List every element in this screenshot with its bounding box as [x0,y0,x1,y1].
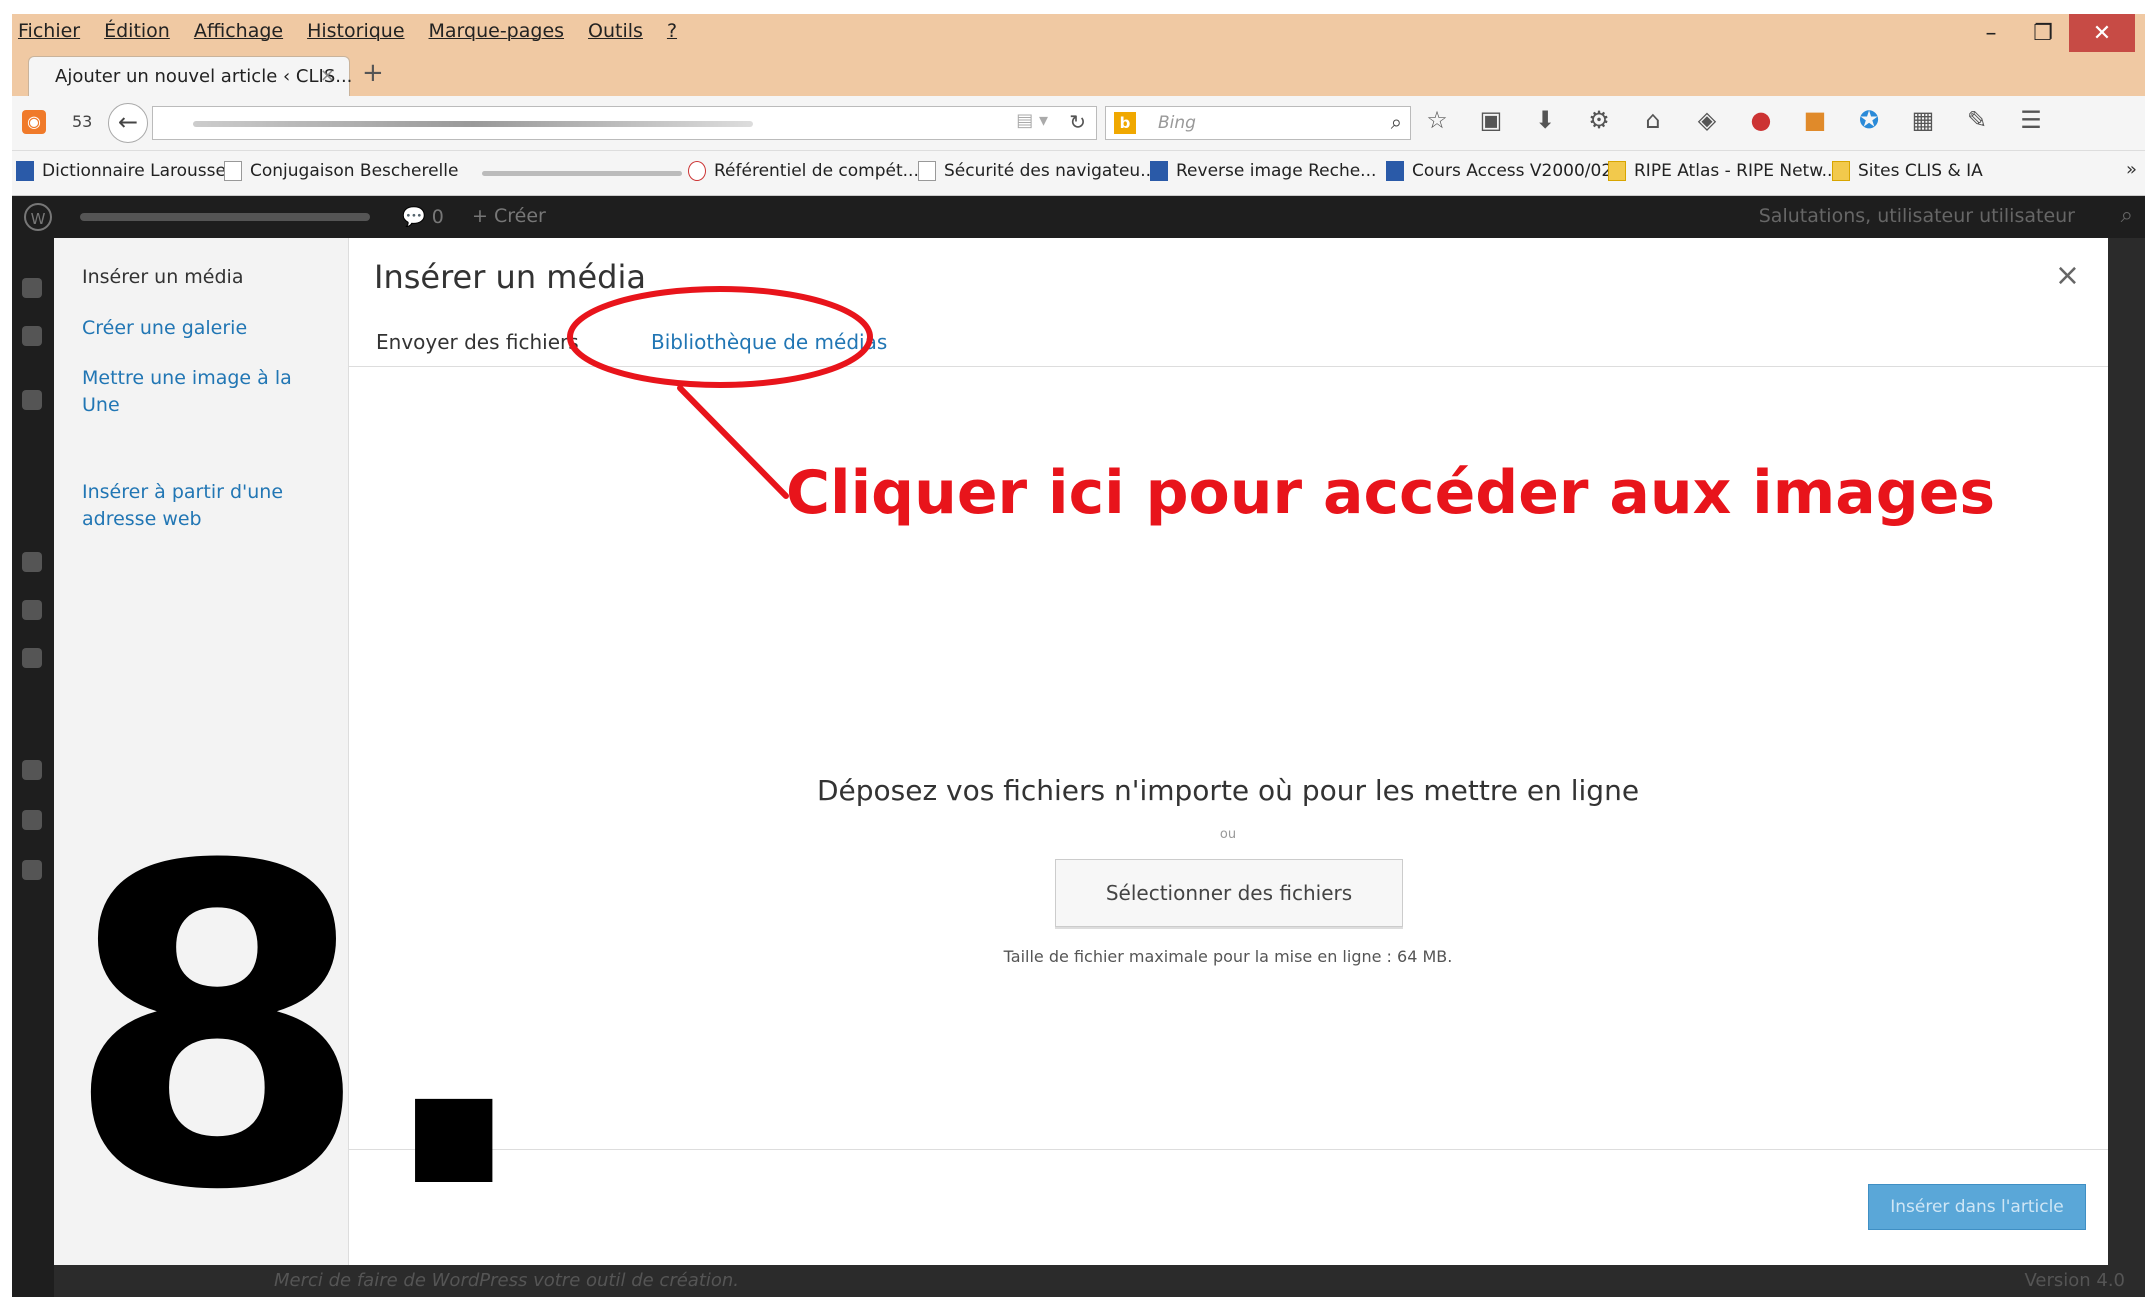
blurred-url [193,121,753,127]
reload-icon[interactable]: ↻ [1069,110,1086,134]
posts-icon[interactable] [22,390,42,410]
appearance-icon[interactable] [22,648,42,668]
wordpress-logo-icon[interactable]: W [24,203,52,231]
menu-insert-from-url[interactable]: Insérer à partir d'une adresse web [82,479,322,533]
user-greeting[interactable]: Salutations, utilisateur utilisateur [1759,205,2075,227]
menu-historique[interactable]: Historique [307,20,404,42]
wp-version: Version 4.0 [2024,1270,2125,1291]
extension-icon[interactable]: ⚙ [1584,106,1614,134]
or-separator: ou [1219,827,1237,842]
bookmark-star-icon[interactable]: ☆ [1422,106,1452,134]
access-icon [1386,161,1404,181]
menu-fichier[interactable]: Fichier [18,20,80,42]
wp-admin-sidebar [12,238,54,1297]
comments-counter[interactable]: 💬 0 [402,205,444,228]
bookmark-sites-clis[interactable]: Sites CLIS & IA [1832,161,1983,181]
media-router-tabs: Envoyer des fichiers Bibliothèque de méd… [348,318,2108,367]
menu-aide[interactable]: ? [667,20,677,42]
menu-featured-image[interactable]: Mettre une image à la Une [82,365,322,419]
bookmark-bescherelle[interactable]: Conjugaison Bescherelle [224,161,458,181]
jetpack-icon[interactable] [22,326,42,346]
bing-icon[interactable]: b [1114,112,1136,134]
max-upload-size: Taille de fichier maximale pour la mise … [1003,947,1453,966]
bookmark-larousse[interactable]: Dictionnaire Larousse [16,161,226,181]
maximize-icon[interactable]: ❐ [2017,14,2069,52]
step-number: 8. [64,774,538,1286]
select-files-button[interactable]: Sélectionner des fichiers [1055,859,1403,927]
search-icon[interactable]: ⌕ [1391,110,1402,134]
window-controls: – ❐ ✕ [1965,14,2135,52]
create-new-link[interactable]: + Créer [472,205,546,227]
addon-square-icon[interactable]: ▦ [1908,106,1938,134]
menu-create-gallery[interactable]: Créer une galerie [82,315,322,342]
media-modal-toolbar: Insérer dans l'article [348,1149,2108,1266]
addon-orange-icon[interactable]: ■ [1800,106,1830,134]
page-icon [224,161,242,181]
navigation-bar: ◉ 53 ← ▤ ▾ ↻ b Bing ⌕ ☆ ▣ ⬇ ⚙ ⌂ ◈ ● ■ ✪ … [12,96,2145,151]
tab-media-library[interactable]: Bibliothèque de médias [651,330,887,354]
close-window-icon[interactable]: ✕ [2069,14,2135,52]
bookmark-cours-access[interactable]: Cours Access V2000/02 [1386,161,1612,181]
hamburger-menu-icon[interactable]: ☰ [2016,106,2046,134]
tools-icon[interactable] [22,810,42,830]
addon-blue-icon[interactable]: ✪ [1854,106,1884,134]
download-icon[interactable]: ⬇ [1530,106,1560,134]
page-icon [918,161,936,181]
menu-marque-pages[interactable]: Marque-pages [429,20,565,42]
tab-count: 53 [72,112,93,131]
drop-instructions: Déposez vos fichiers n'importe où pour l… [816,774,1640,807]
pocket-icon[interactable]: ◈ [1692,106,1722,134]
url-bar[interactable]: ▤ ▾ ↻ [152,106,1097,140]
folder-icon [1832,161,1850,181]
close-icon[interactable]: × [2055,258,2080,293]
tab-strip: Ajouter un nouvel article ‹ CLIS... × + [12,52,2145,96]
menu-edition[interactable]: Édition [104,20,170,42]
bookmark-ripe-atlas[interactable]: RIPE Atlas - RIPE Netw... [1608,161,1838,181]
browser-tab[interactable]: Ajouter un nouvel article ‹ CLIS... × [28,56,353,96]
menu-insert-media[interactable]: Insérer un média [82,264,322,291]
addon-tools-icon[interactable]: ✎ [1962,106,1992,134]
home-icon[interactable]: ⌂ [1638,106,1668,134]
referentiel-icon [688,161,706,181]
reverse-image-icon [1150,161,1168,181]
menu-affichage[interactable]: Affichage [194,20,283,42]
bookmarks-bar: Dictionnaire Larousse Conjugaison Besche… [12,151,2145,196]
menu-outils[interactable]: Outils [588,20,643,42]
bookmarks-more-icon[interactable]: » [2126,159,2137,180]
addon-red-icon[interactable]: ● [1746,106,1776,134]
bookmark-reverse-image[interactable]: Reverse image Reche... [1150,161,1376,181]
wp-search-icon[interactable]: ⌕ [2121,203,2133,228]
reader-icon[interactable]: ▤ ▾ [1016,110,1048,131]
tab-close-icon[interactable]: × [320,65,335,86]
media-icon[interactable] [22,552,42,572]
blurred-site-name [80,213,370,221]
bookmark-securite[interactable]: Sécurité des navigateu... [918,161,1156,181]
modal-title: Insérer un média [374,258,646,296]
settings-icon[interactable] [22,860,42,880]
callout-text: Cliquer ici pour accéder aux images [786,458,1996,528]
tab-title: Ajouter un nouvel article ‹ CLIS... [55,66,353,87]
new-tab-icon[interactable]: + [362,58,384,88]
comments-icon[interactable] [22,600,42,620]
toolbar-icons: ☆ ▣ ⬇ ⚙ ⌂ ◈ ● ■ ✪ ▦ ✎ ☰ [1422,106,2046,134]
blurred-bookmark [482,171,682,176]
back-arrow-icon[interactable]: ← [108,103,148,143]
modal-backdrop [2108,238,2145,1265]
search-placeholder: Bing [1158,113,1196,133]
tab-upload-files[interactable]: Envoyer des fichiers [376,330,579,354]
browser-menubar: Fichier Édition Affichage Historique Mar… [12,14,2145,52]
rss-icon[interactable]: ◉ [22,110,46,134]
larousse-icon [16,161,34,181]
dashboard-icon[interactable] [22,278,42,298]
users-icon[interactable] [22,760,42,780]
bookmarks-list-icon[interactable]: ▣ [1476,106,1506,134]
wp-admin-bar: W 💬 0 + Créer Salutations, utilisateur u… [12,196,2145,238]
insert-into-post-button[interactable]: Insérer dans l'article [1868,1184,2086,1230]
bookmark-referentiel[interactable]: Référentiel de compét... [688,161,919,181]
search-bar[interactable]: b Bing ⌕ [1105,106,1411,140]
ripe-icon [1608,161,1626,181]
minimize-icon[interactable]: – [1965,14,2017,52]
